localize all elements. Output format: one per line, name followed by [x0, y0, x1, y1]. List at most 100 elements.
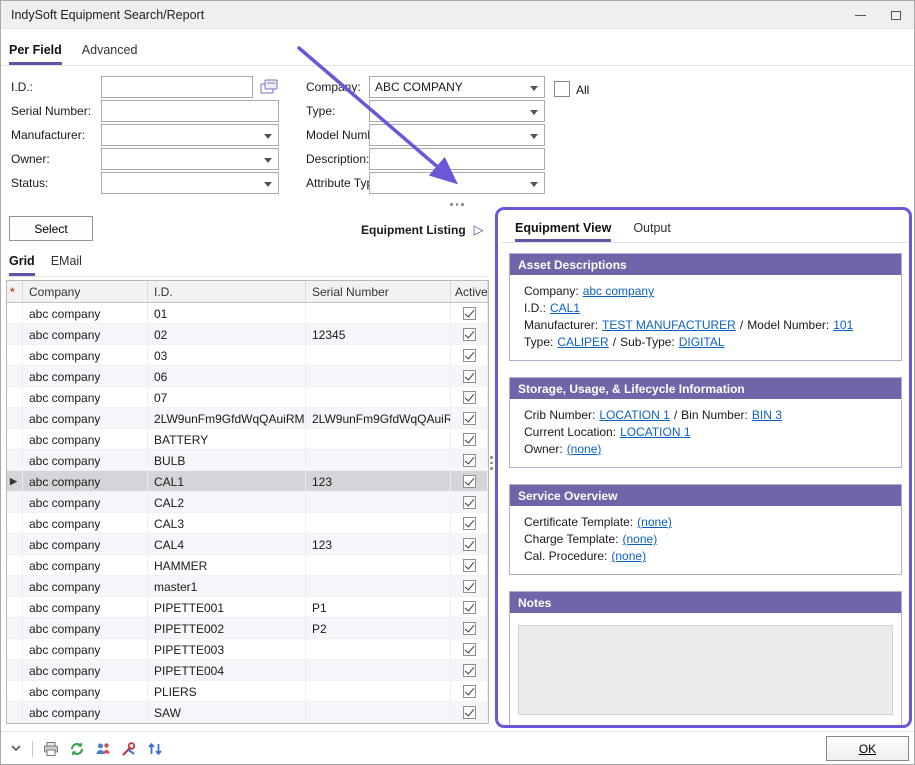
all-checkbox[interactable] — [554, 81, 570, 97]
sort-button[interactable] — [145, 739, 165, 759]
model-number-link[interactable]: 101 — [833, 318, 853, 332]
crib-number-link[interactable]: LOCATION 1 — [599, 408, 669, 422]
table-row[interactable]: ▶ abc company CAL1 123 — [7, 471, 488, 492]
active-checkbox[interactable] — [463, 517, 476, 530]
table-row[interactable]: abc company 02 12345 — [7, 324, 488, 345]
table-row[interactable]: abc company 06 — [7, 366, 488, 387]
table-row[interactable]: abc company 07 — [7, 387, 488, 408]
active-checkbox[interactable] — [463, 664, 476, 677]
active-checkbox[interactable] — [463, 622, 476, 635]
id-browse-button[interactable] — [257, 76, 280, 98]
active-checkbox[interactable] — [463, 349, 476, 362]
model-combo[interactable] — [369, 124, 545, 146]
tab-output[interactable]: Output — [633, 221, 671, 242]
table-row[interactable]: abc company PIPETTE004 — [7, 660, 488, 681]
active-checkbox[interactable] — [463, 685, 476, 698]
active-checkbox[interactable] — [463, 433, 476, 446]
table-row[interactable]: abc company BATTERY — [7, 429, 488, 450]
active-checkbox[interactable] — [463, 601, 476, 614]
active-checkbox[interactable] — [463, 370, 476, 383]
owner-combo[interactable] — [101, 148, 279, 170]
tab-advanced[interactable]: Advanced — [82, 43, 138, 65]
table-row[interactable]: abc company 01 — [7, 303, 488, 324]
table-row[interactable]: abc company SAW — [7, 702, 488, 723]
row-indicator — [7, 618, 23, 638]
company-combo[interactable]: ABC COMPANY — [369, 76, 545, 98]
active-checkbox[interactable] — [463, 328, 476, 341]
owner-link[interactable]: (none) — [567, 442, 602, 456]
maximize-button[interactable] — [878, 1, 914, 29]
certificate-template-link[interactable]: (none) — [637, 515, 672, 529]
tab-per-field[interactable]: Per Field — [9, 43, 62, 65]
active-checkbox[interactable] — [463, 643, 476, 656]
owner-label: Owner: — [11, 152, 50, 166]
tab-grid[interactable]: Grid — [9, 254, 35, 276]
equipment-grid: * Company I.D. Serial Number Active abc … — [6, 280, 489, 724]
table-row[interactable]: abc company 2LW9unFm9GfdWqQAuiRMLI 2LW9u… — [7, 408, 488, 429]
expand-button[interactable] — [7, 740, 25, 758]
id-input[interactable] — [101, 76, 253, 98]
active-checkbox[interactable] — [463, 412, 476, 425]
refresh-button[interactable] — [67, 739, 87, 759]
description-input[interactable] — [369, 148, 545, 170]
print-button[interactable] — [41, 739, 61, 759]
serial-input[interactable] — [101, 100, 279, 122]
cell-active — [451, 555, 488, 575]
table-row[interactable]: abc company PIPETTE001 P1 — [7, 597, 488, 618]
table-row[interactable]: abc company 03 — [7, 345, 488, 366]
table-row[interactable]: abc company CAL2 — [7, 492, 488, 513]
table-row[interactable]: abc company BULB — [7, 450, 488, 471]
vertical-splitter-handle[interactable] — [490, 456, 493, 470]
select-button[interactable]: Select — [9, 216, 93, 241]
cell-serial: 123 — [306, 471, 451, 491]
asset-descriptions-section: Asset Descriptions Company:abc company I… — [509, 253, 902, 361]
cell-serial — [306, 366, 451, 386]
column-header-serial[interactable]: Serial Number — [306, 281, 451, 302]
ok-button[interactable]: OK — [826, 736, 909, 761]
column-header-id[interactable]: I.D. — [148, 281, 306, 302]
company-link[interactable]: abc company — [583, 284, 654, 298]
table-row[interactable]: abc company CAL4 123 — [7, 534, 488, 555]
charge-template-link[interactable]: (none) — [623, 532, 658, 546]
minimize-button[interactable] — [842, 1, 878, 29]
active-checkbox[interactable] — [463, 475, 476, 488]
table-row[interactable]: abc company PLIERS — [7, 681, 488, 702]
active-checkbox[interactable] — [463, 391, 476, 404]
column-header-company[interactable]: Company — [23, 281, 148, 302]
active-checkbox[interactable] — [463, 580, 476, 593]
table-row[interactable]: abc company master1 — [7, 576, 488, 597]
manufacturer-link[interactable]: TEST MANUFACTURER — [602, 318, 736, 332]
table-row[interactable]: abc company PIPETTE002 P2 — [7, 618, 488, 639]
active-checkbox[interactable] — [463, 706, 476, 719]
run-icon[interactable]: ▷ — [474, 222, 484, 238]
column-header-active[interactable]: Active — [451, 281, 488, 302]
table-row[interactable]: abc company PIPETTE003 — [7, 639, 488, 660]
cal-procedure-link[interactable]: (none) — [611, 549, 646, 563]
status-combo[interactable] — [101, 172, 279, 194]
table-row[interactable]: abc company HAMMER — [7, 555, 488, 576]
active-checkbox[interactable] — [463, 307, 476, 320]
tab-email[interactable]: EMail — [51, 254, 82, 276]
type-link[interactable]: CALIPER — [557, 335, 608, 349]
tab-equipment-view[interactable]: Equipment View — [515, 221, 611, 242]
current-location-link[interactable]: LOCATION 1 — [620, 425, 690, 439]
horizontal-splitter-handle[interactable] — [450, 203, 464, 206]
equipment-view-panel: Equipment View Output Asset Descriptions… — [501, 213, 910, 727]
active-checkbox[interactable] — [463, 538, 476, 551]
type-combo[interactable] — [369, 100, 545, 122]
manufacturer-combo[interactable] — [101, 124, 279, 146]
chevron-down-icon — [264, 158, 272, 163]
attribute-type-combo[interactable] — [369, 172, 545, 194]
active-checkbox[interactable] — [463, 559, 476, 572]
row-indicator: ▶ — [7, 471, 23, 491]
cell-active — [451, 639, 488, 659]
active-checkbox[interactable] — [463, 454, 476, 467]
active-checkbox[interactable] — [463, 496, 476, 509]
table-row[interactable]: abc company CAL3 — [7, 513, 488, 534]
bin-number-link[interactable]: BIN 3 — [752, 408, 782, 422]
cell-id: CAL4 — [148, 534, 306, 554]
subtype-link[interactable]: DIGITAL — [679, 335, 725, 349]
users-button[interactable] — [93, 739, 113, 759]
id-link[interactable]: CAL1 — [550, 301, 580, 315]
tools-button[interactable] — [119, 739, 139, 759]
